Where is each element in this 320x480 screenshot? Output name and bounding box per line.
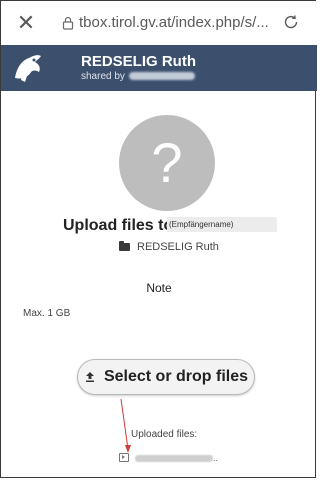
phone-screen: ✕ tbox.tirol.gv.at/index.php/s/... REDSE… (0, 0, 317, 478)
annotation-arrow (120, 398, 131, 453)
